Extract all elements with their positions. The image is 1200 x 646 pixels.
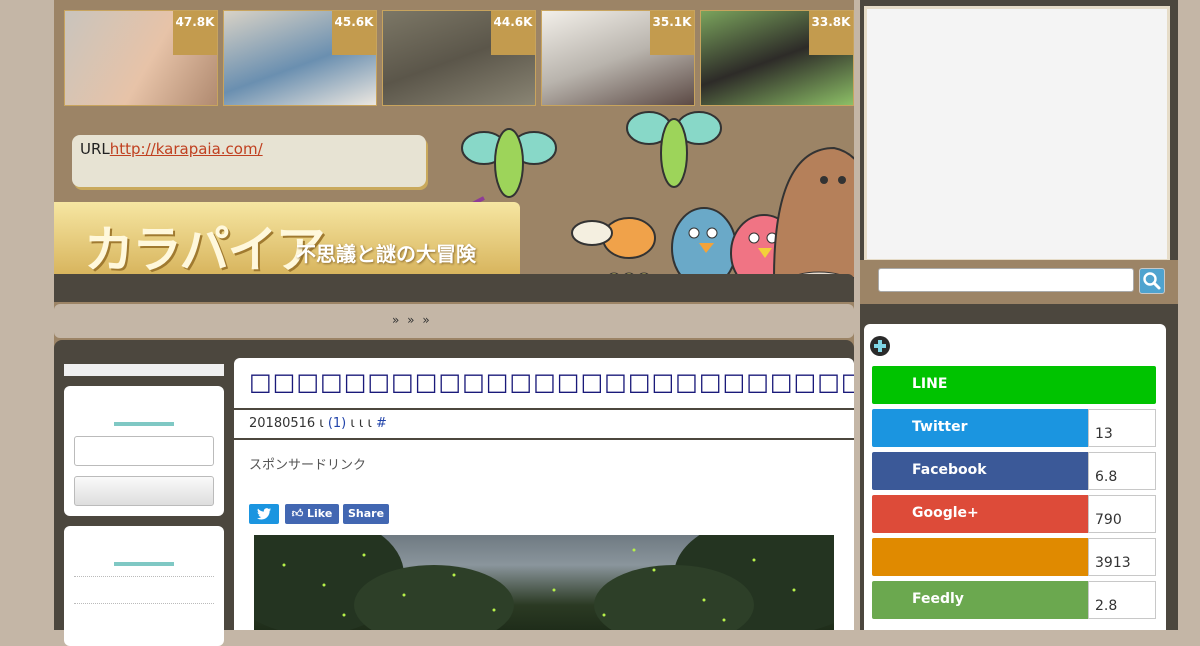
bookmark-button[interactable] [872, 538, 1088, 576]
facebook-count: 6.8 [1088, 452, 1156, 490]
googleplus-count: 790 [1088, 495, 1156, 533]
thumbs-up-icon: 👍︎ [291, 507, 304, 520]
sidebar-search-widget [64, 386, 224, 516]
thumbnail-item[interactable]: 45.6K [223, 10, 377, 106]
article-meta: 20180516 ι (1) ι ι ι # [249, 416, 387, 431]
like-label: Like [307, 507, 333, 520]
search-button[interactable] [1139, 268, 1165, 294]
ad-placeholder [864, 6, 1170, 262]
article: □□□□□□□□□□□□□□□□□□□□□□□□□□□□□□□□□□□ 2018… [234, 358, 854, 630]
bookmark-count: 3913 [1088, 538, 1156, 576]
site-url-box: URLhttp://karapaia.com/ [72, 135, 426, 187]
feedly-count: 2.8 [1088, 581, 1156, 619]
share-row-googleplus[interactable]: Google+ 790 [872, 495, 1156, 533]
list-divider [74, 576, 214, 577]
view-count: 47.8K [173, 11, 217, 55]
googleplus-button[interactable]: Google+ [872, 495, 1088, 533]
search-icon [1143, 272, 1161, 290]
view-count: 35.1K [650, 11, 694, 55]
twitter-button[interactable]: Twitter [872, 409, 1088, 447]
share-label: Share [347, 507, 385, 520]
widget-title-underline [114, 422, 174, 426]
meta-separator: ι [315, 416, 328, 431]
thumbnail-item[interactable]: 44.6K [382, 10, 536, 106]
view-count: 44.6K [491, 11, 535, 55]
breadcrumb-band: » » » [54, 304, 854, 338]
plus-icon[interactable] [870, 336, 890, 356]
twitter-icon [257, 508, 271, 520]
site-url-link[interactable]: http://karapaia.com/ [110, 140, 263, 158]
popular-thumbnails: 47.8K 45.6K 44.6K 35.1K 33.8K [64, 10, 856, 108]
title-divider [234, 408, 854, 410]
sidebar-header-bar [64, 364, 224, 376]
share-row-feedly[interactable]: Feedly 2.8 [872, 581, 1156, 619]
search-bar [860, 260, 1178, 304]
share-row-facebook[interactable]: Facebook 6.8 [872, 452, 1156, 490]
main-column: 47.8K 45.6K 44.6K 35.1K 33.8K URLhttp://… [54, 0, 856, 646]
view-count: 33.8K [809, 11, 853, 55]
article-title[interactable]: □□□□□□□□□□□□□□□□□□□□□□□□□□□□□□□□□□□ [249, 368, 854, 396]
breadcrumb[interactable]: » » » [392, 313, 432, 327]
share-row-hatena[interactable]: 3913 [872, 538, 1156, 576]
url-label: URL [80, 140, 110, 158]
facebook-button[interactable]: Facebook [872, 452, 1088, 490]
sidebar-search-button[interactable] [74, 476, 214, 506]
tweet-button[interactable] [249, 504, 279, 524]
sidebar-search-input[interactable] [74, 436, 214, 466]
comment-count-link[interactable]: (1) [328, 416, 346, 431]
site-logo-band[interactable]: カラパイア 不思議と謎の大冒険 [54, 202, 520, 279]
search-input[interactable] [878, 268, 1134, 292]
hash-link[interactable]: # [376, 416, 387, 431]
site-logo[interactable]: カラパイア [84, 210, 325, 282]
list-divider [74, 603, 214, 604]
meta-divider [234, 438, 854, 440]
social-share-panel: LINE Twitter 13 Facebook 6.8 Google+ 790… [864, 324, 1166, 630]
article-date: 20180516 [249, 416, 316, 431]
meta-separator: ι ι ι [346, 416, 376, 431]
thumbnail-item[interactable]: 33.8K [700, 10, 854, 106]
site-tagline: 不思議と謎の大冒険 [296, 242, 476, 266]
nav-band [54, 274, 854, 302]
page: 47.8K 45.6K 44.6K 35.1K 33.8K URLhttp://… [54, 0, 1178, 646]
widget-title-underline [114, 562, 174, 566]
article-hero-image [254, 535, 834, 630]
share-row-line[interactable]: LINE [872, 366, 1156, 404]
thumbnail-item[interactable]: 35.1K [541, 10, 695, 106]
feedly-button[interactable]: Feedly [872, 581, 1088, 619]
thumbnail-item[interactable]: 47.8K [64, 10, 218, 106]
line-button[interactable]: LINE [872, 366, 1156, 404]
sponsored-link-label: スポンサードリンク [249, 458, 367, 473]
right-sidebar: LINE Twitter 13 Facebook 6.8 Google+ 790… [860, 0, 1178, 630]
view-count: 45.6K [332, 11, 376, 55]
facebook-share-button[interactable]: Share [343, 504, 389, 524]
share-row-twitter[interactable]: Twitter 13 [872, 409, 1156, 447]
sidebar-list-widget [64, 526, 224, 646]
twitter-count: 13 [1088, 409, 1156, 447]
facebook-like-button[interactable]: 👍︎ Like [285, 504, 339, 524]
